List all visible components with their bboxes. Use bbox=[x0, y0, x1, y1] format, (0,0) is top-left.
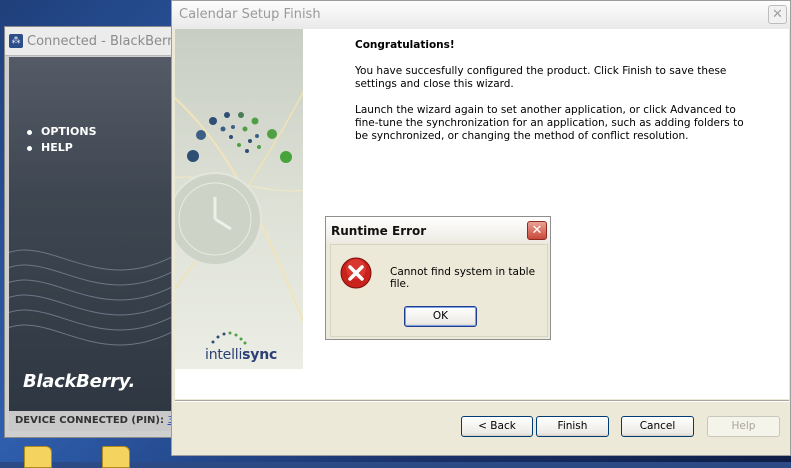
blackberry-brand-logo: BlackBerry. bbox=[23, 371, 135, 392]
error-message: Cannot find system in table file. bbox=[390, 266, 536, 290]
device-status-bar: DEVICE CONNECTED (PIN): 301 bbox=[9, 411, 177, 431]
intellisync-decoration bbox=[175, 90, 303, 323]
decorative-waves bbox=[9, 249, 177, 346]
wizard-side-art: intellisync bbox=[175, 29, 303, 369]
back-button[interactable]: < Back bbox=[461, 416, 533, 437]
blackberry-window-title: Connected - BlackBerry bbox=[27, 33, 181, 49]
error-dialog-title: Runtime Error bbox=[331, 224, 427, 238]
wizard-close-button[interactable]: ✕ bbox=[768, 5, 787, 24]
ok-button[interactable]: OK bbox=[404, 306, 477, 327]
blackberry-logo-icon: ⁂ bbox=[9, 34, 23, 48]
wizard-paragraph-1: You have succesfully configured the prod… bbox=[355, 65, 727, 90]
blackberry-title-bar[interactable]: ⁂ Connected - BlackBerry bbox=[5, 27, 181, 56]
blackberry-window: ⁂ Connected - BlackBerry OPTIONS HELP Bl… bbox=[4, 26, 182, 438]
error-x-icon bbox=[340, 257, 372, 289]
device-status-label: DEVICE CONNECTED (PIN): bbox=[15, 415, 164, 426]
error-dialog-close-button[interactable]: ✕ bbox=[527, 221, 547, 240]
blackberry-main-panel: OPTIONS HELP bbox=[9, 57, 177, 411]
wizard-separator bbox=[175, 400, 789, 402]
folder-icon[interactable] bbox=[102, 446, 130, 468]
wizard-heading: Congratulations! bbox=[355, 39, 455, 51]
wizard-title-bar[interactable]: Calendar Setup Finish bbox=[172, 1, 790, 29]
menu-item-options[interactable]: OPTIONS bbox=[27, 125, 97, 138]
runtime-error-dialog: Runtime Error ✕ Cannot find system in ta… bbox=[325, 216, 551, 340]
wizard-title: Calendar Setup Finish bbox=[179, 7, 321, 22]
folder-icon[interactable] bbox=[24, 446, 52, 468]
cancel-button[interactable]: Cancel bbox=[621, 416, 694, 437]
wizard-message: Congratulations! You have succesfully co… bbox=[355, 39, 755, 156]
menu-item-help[interactable]: HELP bbox=[27, 141, 97, 154]
error-dialog-body: Cannot find system in table file. OK bbox=[330, 244, 548, 337]
intellisync-logo: intellisync bbox=[205, 347, 278, 363]
intellisync-dots-icon bbox=[211, 331, 247, 345]
error-dialog-title-bar[interactable]: Runtime Error bbox=[326, 217, 550, 243]
wizard-paragraph-2: Launch the wizard again to set another a… bbox=[355, 104, 744, 142]
finish-button[interactable]: Finish bbox=[536, 416, 609, 437]
wizard-content-panel: intellisync Congratulations! You have su… bbox=[175, 29, 789, 399]
help-button[interactable]: Help bbox=[707, 416, 780, 437]
blackberry-menu: OPTIONS HELP bbox=[27, 125, 97, 157]
